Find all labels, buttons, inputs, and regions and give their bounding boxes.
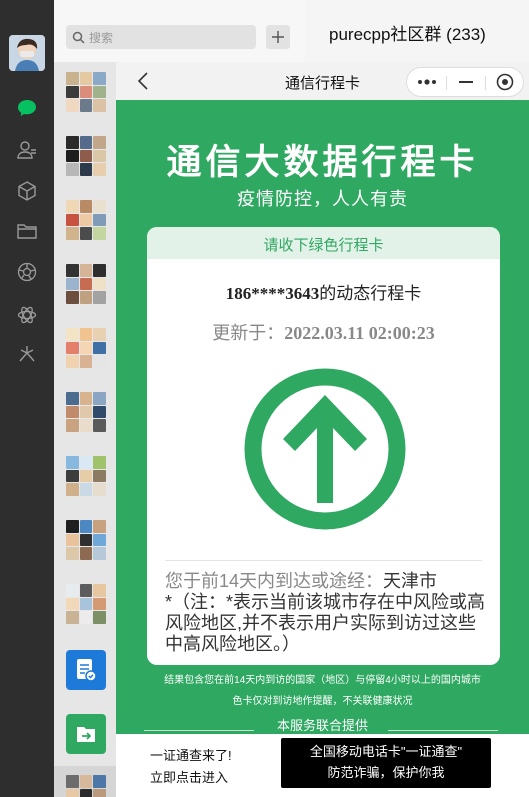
left-nav [0,0,54,797]
chat-item-avatar[interactable] [66,72,106,112]
main-heading: 通信大数据行程卡 [166,143,479,182]
phone-suffix: 的动态行程卡 [319,284,422,303]
minimize-icon[interactable] [446,68,485,96]
chat-item-avatar[interactable] [66,584,106,624]
promo-banner[interactable]: 一证通查来了! 立即点击进入 全国移动电话卡"一证通查" 防范诈骗，保护你我 [116,734,529,797]
file-transfer-icon[interactable] [66,714,106,754]
plus-icon [272,31,284,43]
search-icon [72,31,85,44]
chat-item-avatar[interactable] [66,200,106,240]
search-bar-area: 搜索 [54,0,305,62]
sub-heading: 疫情防控，人人有责 [237,189,408,209]
promo-enter-link[interactable]: 立即点击进入 [150,767,228,786]
chat-header: purecpp社区群 (233) [305,0,529,62]
route-city: 天津市 [383,571,438,591]
more-dots-icon[interactable] [407,68,446,96]
close-target-icon[interactable] [485,68,524,96]
route-note: *（注：*表示当前该城市存在中风险或高风险地区,并不表示用户实际到访过这些中高风… [165,592,486,654]
chat-item-avatar[interactable] [66,392,106,432]
chat-item-avatar[interactable] [66,136,106,176]
chat-item-avatar[interactable] [66,264,106,304]
chat-item-avatar[interactable] [66,456,106,496]
footnote: 结果包含您在前14天内到访的国家（地区）与停留4小时以上的国内城市 色卡仅对到访… [136,670,509,712]
chat-item-avatar[interactable] [66,328,106,368]
search-input[interactable]: 搜索 [66,25,256,49]
search-placeholder: 搜索 [89,30,114,45]
green-up-arrow-icon [243,367,407,531]
mini-program-window: 通信行程卡 通信大数据行程卡 疫情防控，人人有责 请收下绿色行程卡 186***… [116,62,529,797]
promo-line-1: 一证通查来了! [150,748,232,763]
chat-list [54,0,116,797]
star-sparkle-icon[interactable] [16,343,38,365]
cube-icon[interactable] [16,180,38,202]
mini-program-icon[interactable] [16,304,38,326]
doc-app-icon[interactable] [66,650,106,690]
footnote-line-1: 结果包含您在前14天内到访的国家（地区）与停留4小时以上的国内城市 [164,675,481,686]
promo-slogan-line-2: 防范诈骗，保护你我 [327,765,445,780]
promo-slogan-line-1: 全国移动电话卡"一证通查" [309,744,463,759]
itinerary-card: 请收下绿色行程卡 186****3643的动态行程卡 更新于：2022.03.1… [147,227,500,665]
updated-prefix: 更新于： [212,323,285,343]
promo-slogan-box[interactable]: 全国移动电话卡"一证通查" 防范诈骗，保护你我 [281,738,491,788]
chat-bubble-icon[interactable] [16,97,38,119]
updated-time-line: 更新于：2022.03.11 02:00:23 [147,319,500,345]
add-button[interactable] [266,25,290,49]
updated-time: 2022.03.11 02:00:23 [284,323,435,343]
phone-line: 186****3643的动态行程卡 [147,279,500,304]
contacts-icon[interactable] [16,139,38,161]
card-banner: 请收下绿色行程卡 [147,227,500,259]
card-divider [165,560,482,561]
mini-program-header: 通信行程卡 [116,62,529,100]
chat-title: purecpp社区群 (233) [329,25,486,44]
route-prefix: 您于前14天内到达或途经： [165,571,384,591]
chat-item-avatar[interactable] [66,775,106,797]
service-provider-text: 本服务联合提供 [276,718,368,733]
user-avatar[interactable] [9,35,45,71]
phone-number: 186****3643 [225,284,320,303]
footnote-line-2: 色卡仅对到访地作提醒，不关联健康状况 [232,696,413,707]
folder-icon[interactable] [16,220,38,242]
capsule-menu [406,67,524,97]
chat-item-avatar[interactable] [66,520,106,560]
card-banner-text: 请收下绿色行程卡 [263,237,384,254]
shutter-icon[interactable] [16,261,38,283]
route-info: 您于前14天内到达或途经：天津市 *（注：*表示当前该城市存在中风险或高风险地区,… [165,571,485,655]
